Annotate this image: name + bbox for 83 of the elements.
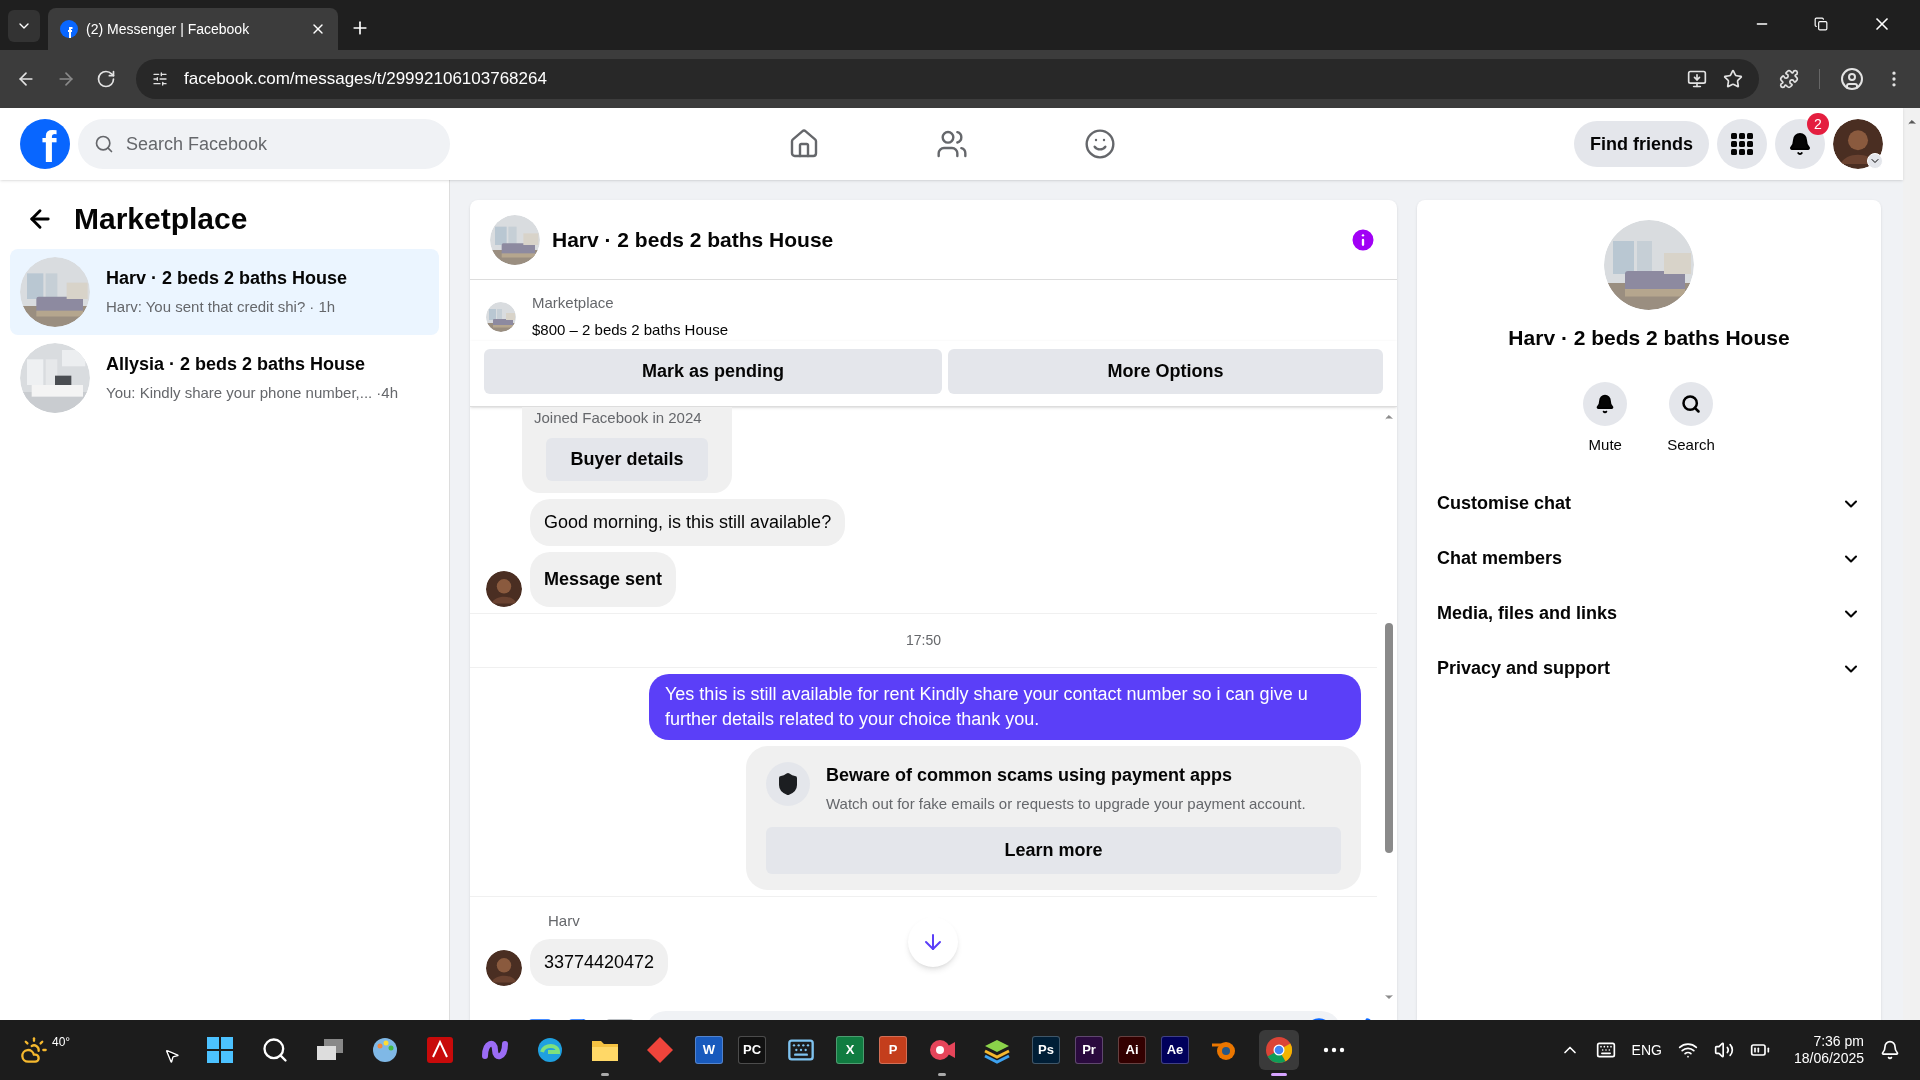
join-info: Joined Facebook in 2024: [534, 408, 702, 428]
conversation-title: Allysia · 2 beds 2 baths House: [106, 353, 367, 377]
extensions-icon[interactable]: [1779, 69, 1799, 89]
taskbar-app-button[interactable]: W: [695, 1036, 723, 1064]
listing-action-button[interactable]: More Options: [948, 349, 1383, 394]
clock-date[interactable]: 18/06/2025: [1793, 1050, 1864, 1068]
cursor-icon: [164, 1048, 181, 1064]
profile-avatar: [1833, 119, 1883, 169]
keyboard-icon[interactable]: [1595, 1040, 1616, 1060]
message-bubble: Message sent: [530, 551, 677, 607]
bell-icon: [1595, 393, 1616, 414]
message-bubble: Good morning, is this still available?: [530, 498, 846, 546]
search-field[interactable]: Search Facebook: [78, 119, 450, 169]
volume-icon[interactable]: [1713, 1040, 1734, 1060]
conversation-title: Harv · 2 beds 2 baths House: [106, 267, 348, 291]
install-icon[interactable]: [1687, 69, 1707, 89]
home-icon: [788, 128, 820, 160]
sender-name: Harv: [548, 912, 580, 929]
details-section-header[interactable]: Chat members: [1425, 531, 1873, 586]
notification-icon[interactable]: [1880, 1040, 1900, 1060]
find-friends-button[interactable]: Find friends: [1574, 121, 1709, 167]
url-text: facebook.com/messages/t/29992106103768264: [184, 68, 548, 91]
message-timestamp: 17:50: [905, 630, 941, 650]
listing-action-button[interactable]: Mark as pending: [484, 349, 942, 394]
restore-icon[interactable]: [1814, 17, 1828, 31]
notice-title: Beware of common scams using payment apps: [826, 763, 1234, 787]
conversation-preview: You: Kindly share your phone number,...: [106, 383, 373, 404]
taskbar-app-button[interactable]: Pr: [1075, 1036, 1103, 1064]
taskbar-app-button[interactable]: X: [836, 1036, 864, 1064]
chat-title: Harv · 2 beds 2 baths House: [552, 226, 835, 253]
tab-title: (2) Messenger | Facebook: [86, 19, 251, 39]
message-bubble: Yes this is still available for rent Kindly share your contact number so i can give u further details related to your choice thank you.: [649, 673, 1361, 740]
conversation-item[interactable]: Allysia · 2 beds 2 baths House You: Kindly share your phone number,... ·4h: [10, 335, 439, 421]
action-label: Mute: [1588, 434, 1622, 455]
notice-text: Watch out for fake emails or requests to upgrade your payment account.: [826, 793, 1306, 814]
listing-summary: $800 – 2 beds 2 baths House: [532, 319, 728, 340]
taskbar-app-button[interactable]: PC: [738, 1036, 766, 1064]
tab-list-button[interactable]: [8, 10, 40, 42]
taskbar-app-button[interactable]: Ae: [1161, 1036, 1189, 1064]
search-icon: [1681, 393, 1701, 414]
scrollbar-thumb[interactable]: [1385, 623, 1393, 853]
address-bar[interactable]: facebook.com/messages/t/29992106103768264: [136, 59, 1759, 99]
language-indicator[interactable]: ENG: [1631, 1039, 1662, 1061]
browser-tab[interactable]: (2) Messenger | Facebook: [48, 8, 338, 50]
learn-more-button[interactable]: Learn more: [766, 827, 1341, 874]
site-info-icon[interactable]: [152, 71, 168, 87]
buyer-details-button[interactable]: Buyer details: [546, 437, 708, 481]
details-section-header[interactable]: Privacy and support: [1425, 641, 1873, 696]
taskbar-app-button[interactable]: Ai: [1118, 1036, 1146, 1064]
bell-icon: [1788, 132, 1812, 156]
action-label: Search: [1667, 434, 1715, 455]
sidebar-title: Marketplace: [74, 201, 248, 237]
bookmark-icon[interactable]: [1723, 69, 1743, 89]
conversation-item[interactable]: Harv · 2 beds 2 baths House Harv: You sent that credit shi? · 1h: [10, 249, 439, 335]
scroll-down-button[interactable]: [908, 917, 958, 967]
message-bubble: 33774420472: [530, 939, 669, 986]
taskbar-app-button[interactable]: Ps: [1032, 1036, 1060, 1064]
conversation-time: · 1h: [309, 297, 336, 318]
profile-icon[interactable]: [1840, 67, 1864, 91]
weather-icon[interactable]: [20, 1036, 48, 1064]
people-icon: [936, 128, 968, 160]
taskbar-round-logo-icon[interactable]: [1259, 1030, 1299, 1070]
conversation-preview: Harv: You sent that credit shi?: [106, 297, 306, 318]
wifi-icon[interactable]: [1677, 1040, 1698, 1060]
menu-button[interactable]: [1717, 119, 1767, 169]
clock-time[interactable]: 7:36 pm: [1813, 1032, 1864, 1050]
notifications-button[interactable]: [1775, 119, 1825, 169]
facebook-logo[interactable]: f: [20, 119, 70, 169]
shield-icon: [766, 761, 810, 806]
logo-icon: [60, 20, 78, 38]
details-section-header[interactable]: Customise chat: [1425, 476, 1873, 531]
weather-temperature: 40°: [52, 1034, 71, 1051]
notification-badge: 2: [1807, 113, 1829, 135]
reload-icon[interactable]: [96, 69, 116, 89]
details-title: Harv · 2 beds 2 baths House: [1508, 325, 1790, 351]
search-button[interactable]: [1669, 381, 1713, 426]
conversation-time: ·4h: [376, 383, 398, 404]
taskbar-app-button[interactable]: P: [879, 1036, 907, 1064]
listing-source: Marketplace: [532, 293, 615, 313]
account-menu-button[interactable]: [1867, 153, 1883, 169]
search-icon: [94, 134, 114, 154]
menu-grid-icon: [1731, 133, 1753, 155]
details-section-header[interactable]: Media, files and links: [1425, 586, 1873, 641]
